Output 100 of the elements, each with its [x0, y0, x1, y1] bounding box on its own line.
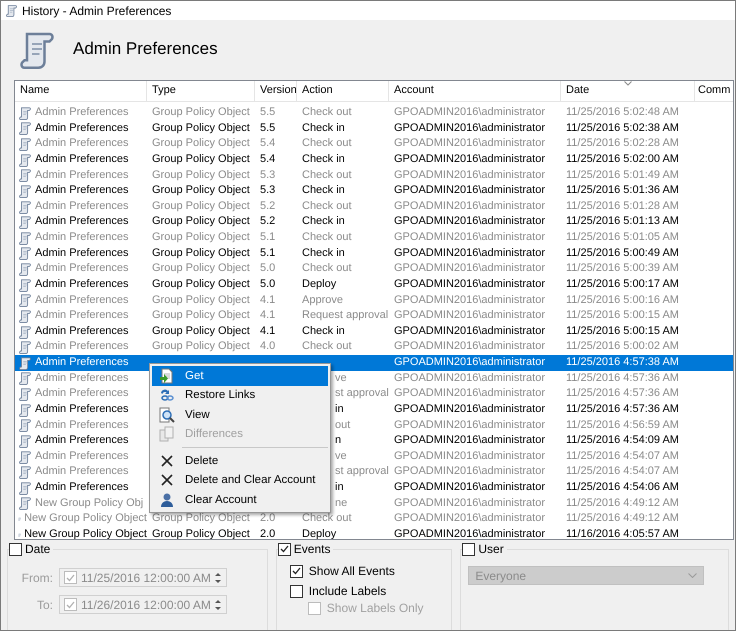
table-cell-text: Check out	[301, 136, 353, 152]
table-cell-text: GPOADMIN2016\administrator	[393, 386, 546, 402]
table-cell-text: Deploy	[301, 276, 338, 292]
table-cell-text: 5.0	[259, 261, 276, 276]
checkbox[interactable]	[278, 542, 291, 556]
scroll-icon	[18, 152, 32, 167]
table-cell-text: Request approval	[301, 308, 389, 324]
table-cell-text: GPOADMIN2016\administrator	[393, 418, 546, 432]
table-cell-text: 11/25/2016 4:57:36 AM	[565, 386, 680, 402]
checkbox[interactable]	[290, 584, 303, 598]
scroll-icon	[18, 496, 32, 510]
table-cell-text: Group Policy Object	[151, 214, 251, 230]
scroll-icon	[18, 106, 32, 120]
column-header[interactable]: Name	[15, 81, 147, 101]
table-cell[interactable]: Admin Preferences	[35, 214, 129, 230]
table-cell-text: GPOADMIN2016\administrator	[393, 105, 546, 120]
table-cell-text: GPOADMIN2016\administrator	[393, 339, 546, 354]
table-cell-text: Group Policy Object	[151, 105, 251, 120]
scroll-icon	[18, 324, 32, 339]
table-cell[interactable]: Admin Preferences	[35, 246, 129, 262]
checkbox[interactable]	[290, 564, 303, 578]
menu-item[interactable]: Get	[152, 366, 328, 386]
table-cell[interactable]: Admin Preferences	[35, 355, 129, 371]
checkbox[interactable]	[462, 542, 476, 556]
table-cell[interactable]: Admin Preferences	[35, 433, 129, 449]
scroll-icon	[18, 262, 32, 276]
table-cell[interactable]: Admin Preferences	[35, 183, 129, 199]
table-cell[interactable]: Admin Preferences	[35, 324, 129, 340]
table-cell-text: out	[334, 418, 352, 432]
table-cell[interactable]: New Group Policy Object	[24, 526, 147, 539]
table-cell-text: Check out	[301, 261, 353, 276]
table-cell-text: Group Policy Object	[151, 198, 251, 214]
table-cell-text: Group Policy Object	[151, 136, 251, 152]
table-cell-text: 11/25/2016 5:02:48 AM	[565, 105, 680, 120]
table-cell-text: 11/25/2016 5:00:17 AM	[565, 276, 680, 292]
checkbox[interactable]	[64, 571, 77, 584]
table-cell-text: Check in	[301, 214, 346, 230]
table-cell-text: 11/25/2016 5:01:28 AM	[565, 198, 680, 214]
table-cell-text: Check in	[301, 324, 346, 339]
column-header[interactable]: Account	[389, 81, 561, 101]
table-cell-text: 11/25/2016 5:02:38 AM	[565, 120, 680, 136]
scroll-icon	[18, 246, 32, 260]
menu-item[interactable]: Delete and Clear Account	[152, 470, 328, 490]
table-cell-text: GPOADMIN2016\administrator	[393, 511, 546, 526]
scroll-icon	[18, 168, 32, 182]
table-cell-text: Check out	[301, 198, 353, 214]
table-cell-text: GPOADMIN2016\administrator	[393, 496, 546, 511]
menu-item[interactable]: Restore Links	[152, 386, 328, 405]
table-cell-text: Group Policy Object	[151, 511, 251, 526]
table-cell-text: 11/25/2016 4:56:59 AM	[565, 418, 680, 432]
table-cell[interactable]: Admin Preferences	[35, 152, 129, 168]
table-cell-text: 11/25/2016 4:54:09 AM	[565, 433, 680, 448]
table-cell-text: 11/25/2016 4:57:36 AM	[565, 402, 680, 417]
table-cell-text: Check out	[301, 339, 353, 354]
column-header[interactable]: Type	[147, 81, 255, 101]
table-cell-text: 11/16/2016 4:05:57 AM	[565, 526, 680, 539]
scroll-icon	[18, 434, 32, 448]
table-cell-text: 11/25/2016 5:01:36 AM	[565, 183, 680, 198]
column-header[interactable]: Version	[255, 81, 297, 101]
table-cell-text: Group Policy Object	[151, 183, 251, 198]
scroll-icon	[18, 137, 32, 152]
table-cell[interactable]: Admin Preferences	[35, 402, 129, 418]
table-cell-text: Group Policy Object	[151, 261, 251, 276]
menu-item[interactable]: View	[152, 405, 328, 424]
menu-item[interactable]: Delete	[152, 451, 328, 470]
menu-item[interactable]: Clear Account	[152, 490, 328, 510]
table-cell-text: 11/25/2016 4:49:12 AM	[565, 511, 680, 526]
column-header[interactable]: Comm	[695, 81, 733, 101]
table-cell-text: Group Policy Object	[151, 168, 251, 182]
table-cell[interactable]: Admin Preferences	[35, 276, 129, 292]
table-cell-text: GPOADMIN2016\administrator	[393, 480, 546, 495]
table-cell-text: 5.1	[259, 246, 276, 261]
scroll-icon	[5, 4, 18, 17]
table-cell-text: Group Policy Object	[151, 120, 251, 136]
column-header[interactable]: Action	[297, 81, 389, 101]
table-cell-text: Group Policy Object	[151, 152, 251, 167]
table-cell-text: 11/25/2016 5:00:15 AM	[565, 308, 680, 324]
table-cell-text: 4.1	[259, 292, 276, 308]
scroll-icon	[18, 356, 32, 370]
table-cell-text: Group Policy Object	[151, 526, 251, 539]
table-cell[interactable]: Admin Preferences	[35, 480, 129, 496]
table-cell-text: GPOADMIN2016\administrator	[393, 136, 546, 152]
table-cell-text: GPOADMIN2016\administrator	[393, 448, 546, 464]
table-cell-text: 5.5	[259, 105, 276, 120]
table-cell-text: 11/25/2016 4:57:36 AM	[565, 370, 680, 386]
checkbox[interactable]	[64, 598, 77, 611]
field-label: To:	[36, 598, 53, 612]
table-cell-text: Group Policy Object	[151, 276, 251, 292]
table-cell-text: Group Policy Object	[151, 292, 251, 308]
scroll-icon	[18, 278, 32, 292]
table-cell-text: 11/25/2016 5:01:13 AM	[565, 214, 680, 230]
checkbox[interactable]	[9, 542, 22, 556]
column-header[interactable]: Date	[561, 81, 695, 101]
scroll-icon	[18, 418, 32, 432]
table-cell-text: n	[334, 433, 342, 448]
table-cell[interactable]: Admin Preferences	[35, 120, 129, 136]
table-cell-text: GPOADMIN2016\administrator	[393, 168, 546, 182]
table-cell-text: Check out	[301, 230, 353, 245]
table-cell-text: ne	[334, 496, 348, 511]
scroll-icon	[18, 387, 32, 402]
